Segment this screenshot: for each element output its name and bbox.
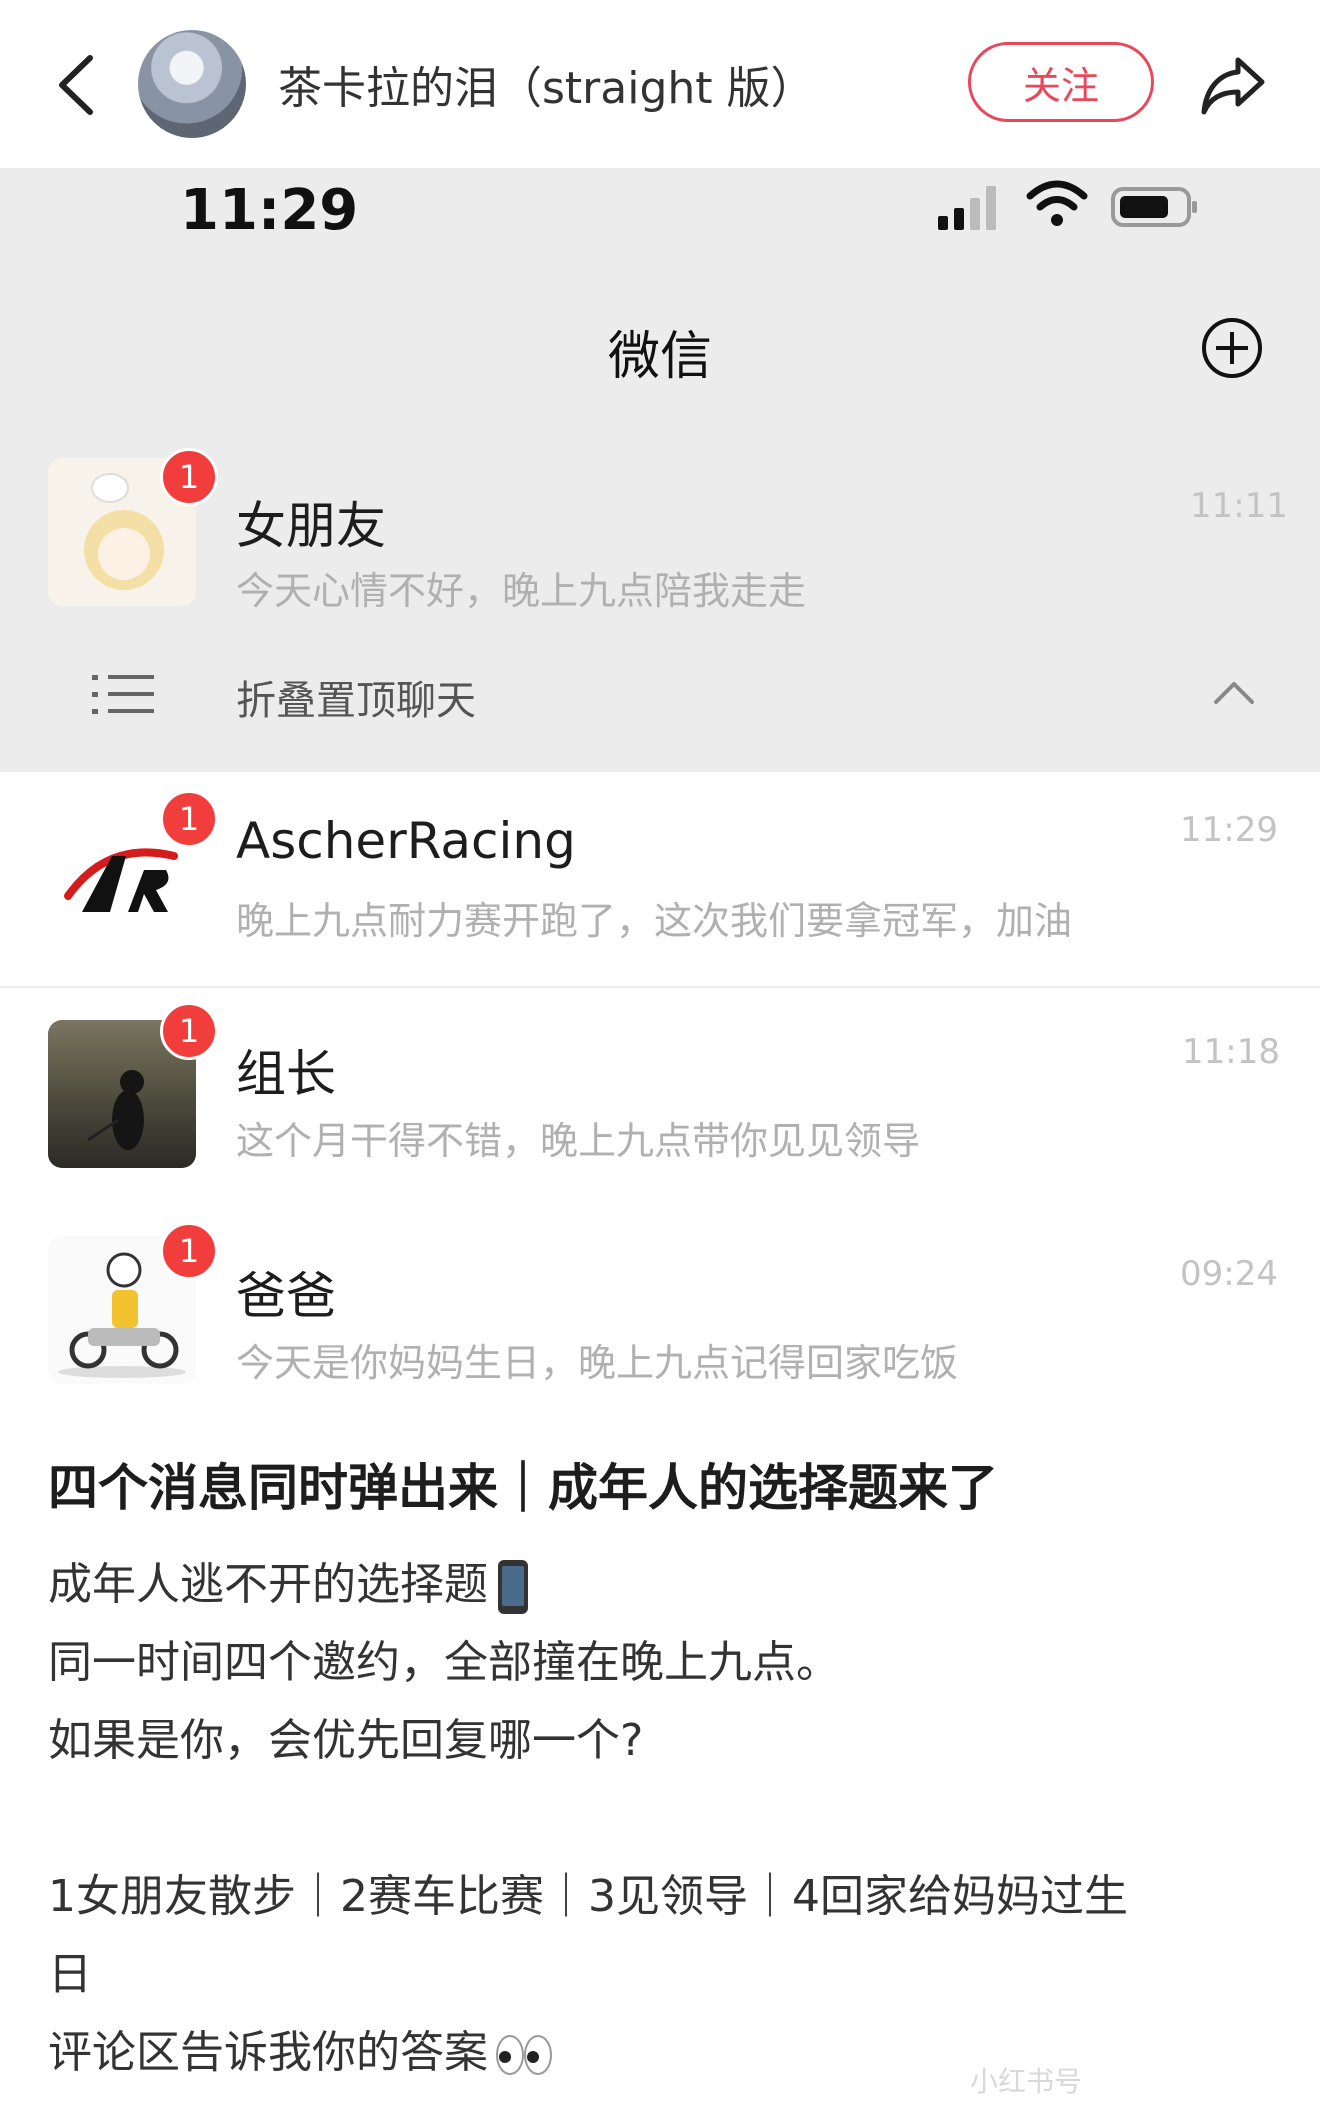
chat-name: AscherRacing (236, 812, 576, 870)
chat-item-girlfriend[interactable]: 1 女朋友 今天心情不好，晚上九点陪我走走 11:11 (0, 438, 1320, 626)
add-plus-icon[interactable] (1200, 316, 1264, 380)
chat-message: 今天心情不好，晚上九点陪我走走 (236, 569, 807, 613)
post-line-text: 评论区告诉我你的答案 (48, 2027, 488, 2078)
post-line-2: 同一时间四个邀约，全部撞在晚上九点。 (48, 1637, 840, 1688)
chat-message: 这个月干得不错，晚上九点带你见见领导 (236, 1119, 921, 1163)
top-app-bar: 茶卡拉的泪（straight 版） 关注 (0, 0, 1320, 168)
watermark: 小红书号 (970, 2065, 1083, 2098)
post-line-text: 成年人逃不开的选择题 (48, 1559, 488, 1610)
post-line-3: 如果是你，会优先回复哪一个? (48, 1715, 644, 1766)
battery-icon (1111, 187, 1197, 227)
share-icon[interactable] (1198, 52, 1268, 118)
post-title: 四个消息同时弹出来｜成年人的选择题来了 (48, 1459, 998, 1517)
unread-badge: 1 (160, 448, 218, 506)
wechat-title: 微信 (607, 327, 712, 387)
fold-label: 折叠置顶聊天 (236, 678, 476, 724)
post-line-4: 1女朋友散步｜2赛车比赛｜3见领导｜4回家给妈妈过生 (48, 1871, 1128, 1922)
follow-button[interactable]: 关注 (968, 42, 1154, 122)
wifi-icon (1026, 180, 1088, 226)
divider (0, 986, 1320, 988)
unread-badge: 1 (160, 790, 218, 848)
chat-item-team-leader[interactable]: 1 组长 这个月干得不错，晚上九点带你见见领导 11:18 (0, 998, 1320, 1208)
back-arrow-icon[interactable] (48, 50, 108, 120)
chat-name: 组长 (236, 1045, 336, 1103)
wechat-screenshot: 11:29 微信 1 女朋友 今天心情不好，晚上九点陪我走走 11:11 折叠置… (0, 168, 1320, 1413)
post-line-1: 成年人逃不开的选择题 (48, 1548, 528, 1614)
mobile-phone-icon (498, 1560, 528, 1614)
chat-message: 今天是你妈妈生日，晚上九点记得回家吃饭 (236, 1341, 959, 1385)
chat-name: 爸爸 (236, 1267, 336, 1325)
unread-badge: 1 (160, 1002, 218, 1060)
chat-item-dad[interactable]: 1 爸爸 今天是你妈妈生日，晚上九点记得回家吃饭 09:24 (0, 1218, 1320, 1413)
chevron-up-icon[interactable] (1212, 678, 1256, 706)
signal-icon (938, 186, 996, 230)
status-time: 11:29 (180, 178, 359, 243)
unread-badge: 1 (160, 1222, 218, 1280)
list-fold-icon (92, 675, 154, 714)
author-avatar[interactable] (138, 30, 246, 138)
eyes-icon (496, 2035, 552, 2075)
chat-message: 晚上九点耐力赛开跑了，这次我们要拿冠军，加油 (236, 899, 1073, 943)
chat-time: 11:18 (1182, 1032, 1280, 1072)
post-line-5: 日 (48, 1949, 92, 2000)
chat-time: 09:24 (1180, 1254, 1278, 1294)
post-line-6: 评论区告诉我你的答案 (48, 2016, 554, 2080)
chat-item-ascherracing[interactable]: 1 AscherRacing 晚上九点耐力赛开跑了，这次我们要拿冠军，加油 11… (0, 778, 1320, 978)
chat-time: 11:11 (1190, 486, 1288, 526)
fold-pinned-row[interactable] (0, 638, 1320, 748)
author-name[interactable]: 茶卡拉的泪（straight 版） (278, 52, 815, 116)
chat-name: 女朋友 (236, 497, 386, 555)
chat-time: 11:29 (1180, 810, 1278, 850)
